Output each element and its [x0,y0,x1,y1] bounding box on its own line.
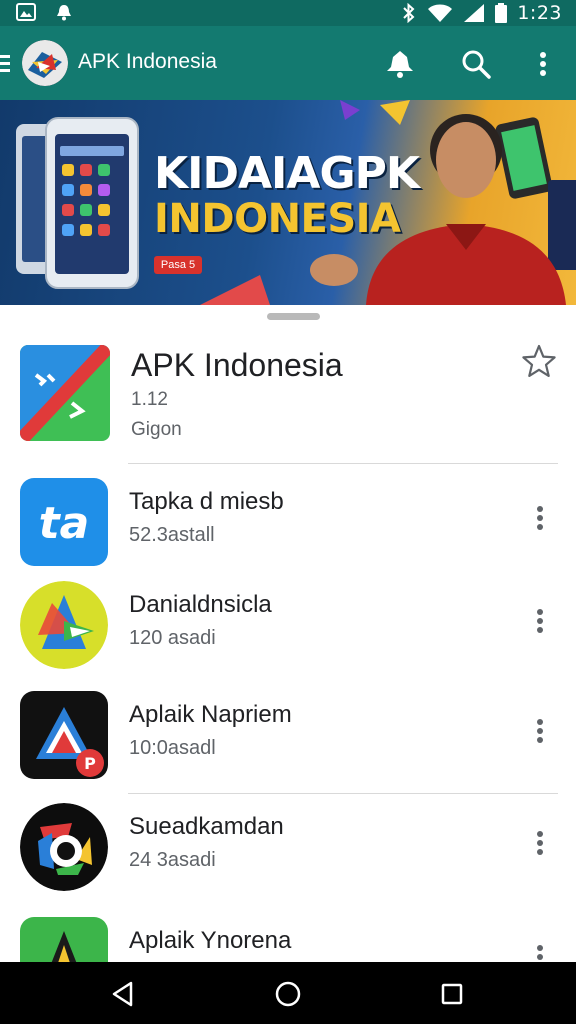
signal-icon [464,4,485,22]
app-name: Danialdnsicla [129,591,272,618]
app-subtitle: 24 3asadi [129,849,216,871]
system-nav-bar [0,962,576,1024]
overflow-menu-button[interactable] [523,44,563,84]
featured-app-developer: Gigon [131,419,182,440]
app-icon: P [20,691,108,779]
item-more-button[interactable] [526,601,554,641]
banner-title-line2: INDONESIA [154,196,401,242]
clock: 1:23 [517,2,562,24]
more-vert-icon [537,609,543,633]
svg-text:P: P [84,754,96,773]
app-list-sheet: APK Indonesia 1.12 Gigon ta Tapka d mies… [0,305,576,962]
recents-square-icon [441,983,463,1005]
bluetooth-icon [403,3,415,23]
app-name: Sueadkamdan [129,813,284,840]
banner-badge[interactable]: Pasa 5 [154,256,202,274]
status-bar: 1:23 [0,0,576,26]
item-more-button[interactable] [526,937,554,962]
gallery-icon [16,3,36,21]
back-triangle-icon [112,981,133,1007]
more-vert-icon [540,52,546,76]
list-item[interactable]: ta Tapka d miesb 52.3astall [0,478,576,578]
list-item[interactable]: P Aplaik Napriem 10:0asadl [0,691,576,791]
app-subtitle: 10:0asadl [129,737,216,759]
list-divider [128,793,558,794]
search-icon [462,50,491,79]
app-bar: APK Indonesia [0,26,576,100]
more-vert-icon [537,506,543,530]
list-item[interactable]: Aplaik Ynorena [0,917,576,962]
item-more-button[interactable] [526,498,554,538]
app-logo [22,40,68,86]
notification-icon [57,5,71,21]
app-title: APK Indonesia [78,50,217,73]
item-more-button[interactable] [526,823,554,863]
list-divider [128,463,558,464]
favorite-star-icon[interactable] [521,343,557,379]
app-icon: ta [20,478,108,566]
more-vert-icon [537,945,543,960]
app-icon [20,917,108,962]
more-vert-icon [537,719,543,743]
notifications-bell-icon [387,51,413,78]
list-item[interactable]: Sueadkamdan 24 3asadi [0,803,576,903]
featured-app-icon [20,345,110,441]
battery-icon [495,3,508,23]
nav-back-button[interactable] [103,976,143,1012]
more-vert-icon [537,831,543,855]
featured-app[interactable]: APK Indonesia 1.12 Gigon [0,343,576,463]
app-subtitle: 120 asadi [129,627,216,649]
app-icon [20,581,108,669]
app-icon-text: ta [39,498,90,549]
featured-app-name: APK Indonesia [131,347,343,383]
notifications-button[interactable] [380,44,420,84]
home-circle-icon [275,981,301,1007]
wifi-icon [428,4,453,22]
promo-banner[interactable]: KIDAIAGPK INDONESIA Pasa 5 [0,100,576,305]
app-name: Tapka d miesb [129,488,284,515]
menu-icon[interactable] [0,53,10,73]
banner-title-line1: KIDAIAGPK [154,148,420,199]
app-subtitle: 52.3astall [129,524,215,546]
nav-home-button[interactable] [268,976,308,1012]
app-name: Aplaik Ynorena [129,927,292,954]
featured-app-version: 1.12 [131,389,168,410]
nav-recents-button[interactable] [432,976,472,1012]
app-icon [20,803,108,891]
search-button[interactable] [456,44,496,84]
item-more-button[interactable] [526,711,554,751]
sheet-drag-handle[interactable] [267,313,320,320]
app-name: Aplaik Napriem [129,701,292,728]
list-item[interactable]: Danialdnsicla 120 asadi [0,581,576,681]
